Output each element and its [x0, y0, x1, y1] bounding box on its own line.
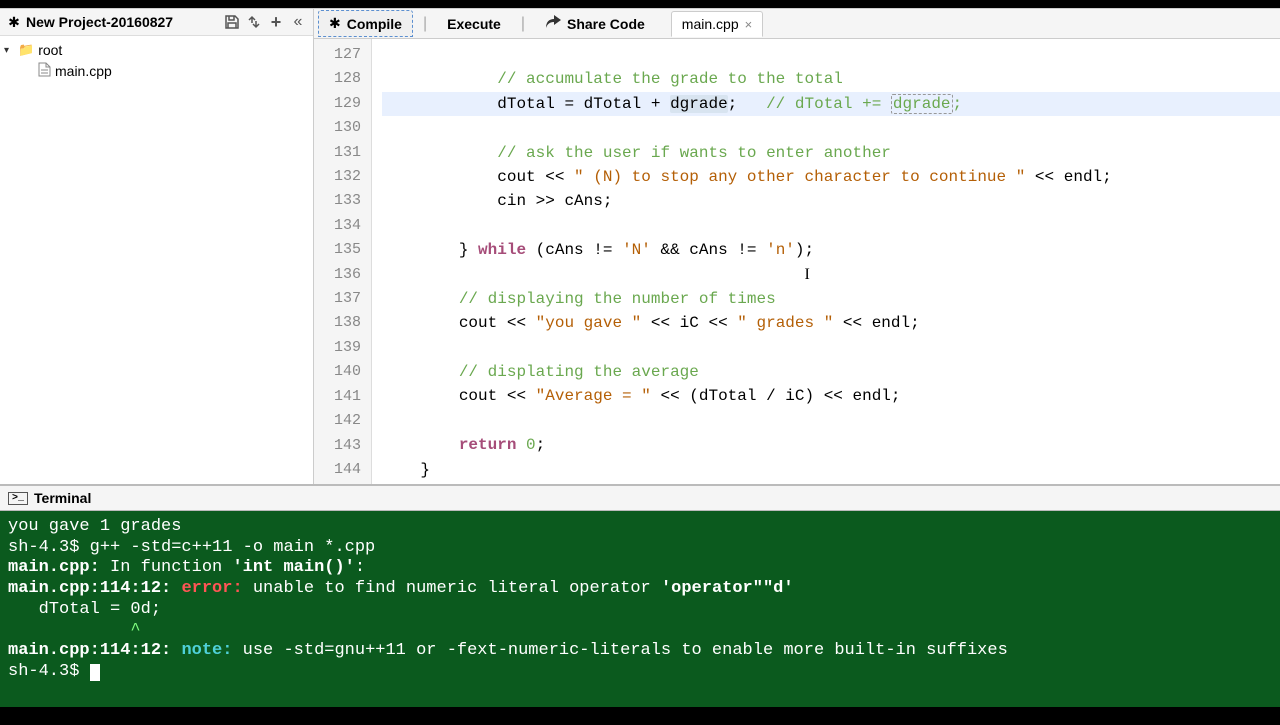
editor-area: ✱ Compile | Execute | Share Code main.cp…	[314, 9, 1280, 484]
compile-label: Compile	[347, 16, 402, 32]
share-icon	[545, 15, 561, 32]
file-icon	[38, 62, 51, 80]
file-tab[interactable]: main.cpp ×	[671, 11, 763, 37]
editor-toolbar: ✱ Compile | Execute | Share Code main.cp…	[314, 9, 1280, 39]
sidebar-header: ✱ New Project-20160827 + «	[0, 9, 313, 36]
gear-icon: ✱	[6, 14, 22, 30]
chevrons-left-icon[interactable]: «	[289, 13, 307, 31]
file-tree: ▾ 📁 root main.cpp	[0, 36, 313, 86]
gears-icon: ✱	[329, 15, 341, 32]
tree-file[interactable]: main.cpp	[0, 60, 313, 82]
terminal-header: >_ Terminal	[0, 484, 1280, 511]
code-editor[interactable]: 1271281291301311321331341351361371381391…	[314, 39, 1280, 484]
execute-label: Execute	[447, 16, 501, 32]
file-tab-label: main.cpp	[682, 16, 739, 32]
terminal[interactable]: you gave 1 gradessh-4.3$ g++ -std=c++11 …	[0, 511, 1280, 707]
compile-button[interactable]: ✱ Compile	[318, 10, 413, 37]
tree-root-label: root	[38, 42, 62, 58]
close-icon[interactable]: ×	[745, 17, 753, 32]
execute-button[interactable]: Execute	[437, 12, 511, 36]
share-code-button[interactable]: Share Code	[535, 11, 655, 36]
line-gutter: 1271281291301311321331341351361371381391…	[314, 39, 372, 484]
tree-root[interactable]: ▾ 📁 root	[0, 40, 313, 60]
folder-icon: 📁	[18, 42, 34, 58]
plus-icon[interactable]: +	[267, 13, 285, 31]
sidebar: ✱ New Project-20160827 + « ▾ 📁 root	[0, 9, 314, 484]
separator: |	[513, 15, 533, 33]
terminal-title: Terminal	[34, 490, 91, 506]
separator: |	[415, 15, 435, 33]
save-icon[interactable]	[223, 13, 241, 31]
tree-collapse-icon[interactable]: ▾	[4, 45, 18, 56]
project-title: New Project-20160827	[26, 14, 219, 30]
refresh-icon[interactable]	[245, 13, 263, 31]
terminal-icon: >_	[8, 492, 28, 505]
tree-file-label: main.cpp	[55, 63, 112, 79]
code-lines[interactable]: // accumulate the grade to the total dTo…	[372, 39, 1280, 484]
share-label: Share Code	[567, 16, 645, 32]
